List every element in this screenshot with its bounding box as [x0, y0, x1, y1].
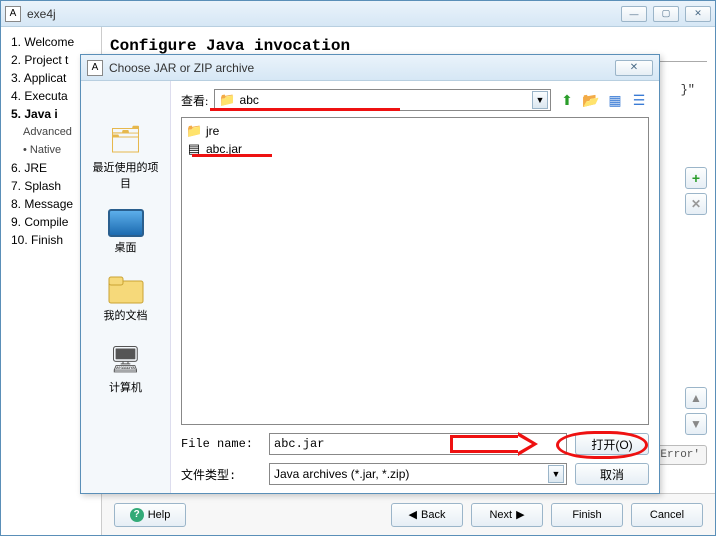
help-button[interactable]: ?Help — [114, 503, 186, 527]
file-item-folder[interactable]: 📁 jre — [186, 122, 644, 140]
move-up-button[interactable]: ▲ — [685, 387, 707, 409]
back-button[interactable]: ◀ Back — [391, 503, 463, 527]
code-fragment: }" — [681, 83, 695, 97]
details-view-button[interactable]: ☰ — [629, 90, 649, 110]
place-documents[interactable]: 我的文档 — [91, 273, 161, 323]
place-computer-label: 计算机 — [91, 379, 161, 395]
annotation-circle-open — [556, 431, 648, 459]
filename-label: File name: — [181, 437, 261, 451]
place-computer[interactable]: 🖥 计算机 — [91, 341, 161, 395]
lookin-label: 查看: — [181, 92, 208, 109]
list-view-button[interactable]: ▦ — [605, 90, 625, 110]
remove-button[interactable]: ✕ — [685, 193, 707, 215]
annotation-underline-lookin — [210, 108, 400, 111]
annotation-underline-files — [192, 154, 272, 157]
dialog-title: Choose JAR or ZIP archive — [109, 61, 615, 75]
recent-icon: 🗂 — [106, 121, 146, 157]
filetype-label: 文件类型: — [181, 466, 261, 483]
place-documents-label: 我的文档 — [91, 307, 161, 323]
places-bar: 🗂 最近使用的项目 桌面 我的文档 🖥 计算机 — [81, 81, 171, 493]
chevron-down-icon[interactable]: ▼ — [548, 465, 564, 483]
main-titlebar: A exe4j — ▢ ✕ — [1, 1, 715, 27]
file-chooser-dialog: A Choose JAR or ZIP archive ✕ 🗂 最近使用的项目 … — [80, 54, 660, 494]
computer-icon: 🖥 — [106, 341, 146, 377]
place-recent-label: 最近使用的项目 — [91, 159, 161, 191]
next-button[interactable]: Next ▶ — [471, 503, 543, 527]
documents-icon — [107, 273, 145, 305]
remove-icon: ✕ — [691, 197, 701, 211]
dialog-close-button[interactable]: ✕ — [615, 60, 653, 76]
place-desktop-label: 桌面 — [91, 239, 161, 255]
arrow-up-icon: ▲ — [690, 391, 702, 405]
dialog-titlebar: A Choose JAR or ZIP archive ✕ — [81, 55, 659, 81]
folder-icon: 📁 — [186, 123, 202, 139]
window-title: exe4j — [27, 7, 621, 21]
classpath-buttons: + ✕ — [685, 167, 707, 215]
arrow-down-icon: ▼ — [690, 417, 702, 431]
maximize-button[interactable]: ▢ — [653, 6, 679, 22]
plus-icon: + — [692, 170, 700, 186]
file-name: jre — [206, 124, 219, 138]
annotation-arrow — [450, 432, 560, 456]
wizard-footer: ?Help ◀ Back Next ▶ Finish Cancel — [102, 493, 715, 535]
close-button[interactable]: ✕ — [685, 6, 711, 22]
add-button[interactable]: + — [685, 167, 707, 189]
app-icon: A — [5, 6, 21, 22]
move-down-button[interactable]: ▼ — [685, 413, 707, 435]
file-list[interactable]: 📁 jre ▤ abc.jar — [181, 117, 649, 425]
minimize-button[interactable]: — — [621, 6, 647, 22]
help-icon: ? — [130, 508, 144, 522]
chevron-down-icon[interactable]: ▼ — [532, 91, 548, 109]
place-recent[interactable]: 🗂 最近使用的项目 — [91, 121, 161, 191]
place-desktop[interactable]: 桌面 — [91, 209, 161, 255]
filetype-value: Java archives (*.jar, *.zip) — [274, 467, 409, 481]
folder-icon: 📁 — [219, 92, 235, 108]
filetype-select[interactable]: Java archives (*.jar, *.zip) ▼ — [269, 463, 567, 485]
desktop-icon — [108, 209, 144, 237]
dialog-cancel-button[interactable]: 取消 — [575, 463, 649, 485]
lookin-value: abc — [240, 93, 259, 107]
new-folder-button[interactable]: 📂 — [581, 90, 601, 110]
finish-button[interactable]: Finish — [551, 503, 623, 527]
up-folder-button[interactable]: ⬆ — [557, 90, 577, 110]
dialog-icon: A — [87, 60, 103, 76]
cancel-button[interactable]: Cancel — [631, 503, 703, 527]
step-welcome[interactable]: 1. Welcome — [11, 33, 101, 51]
